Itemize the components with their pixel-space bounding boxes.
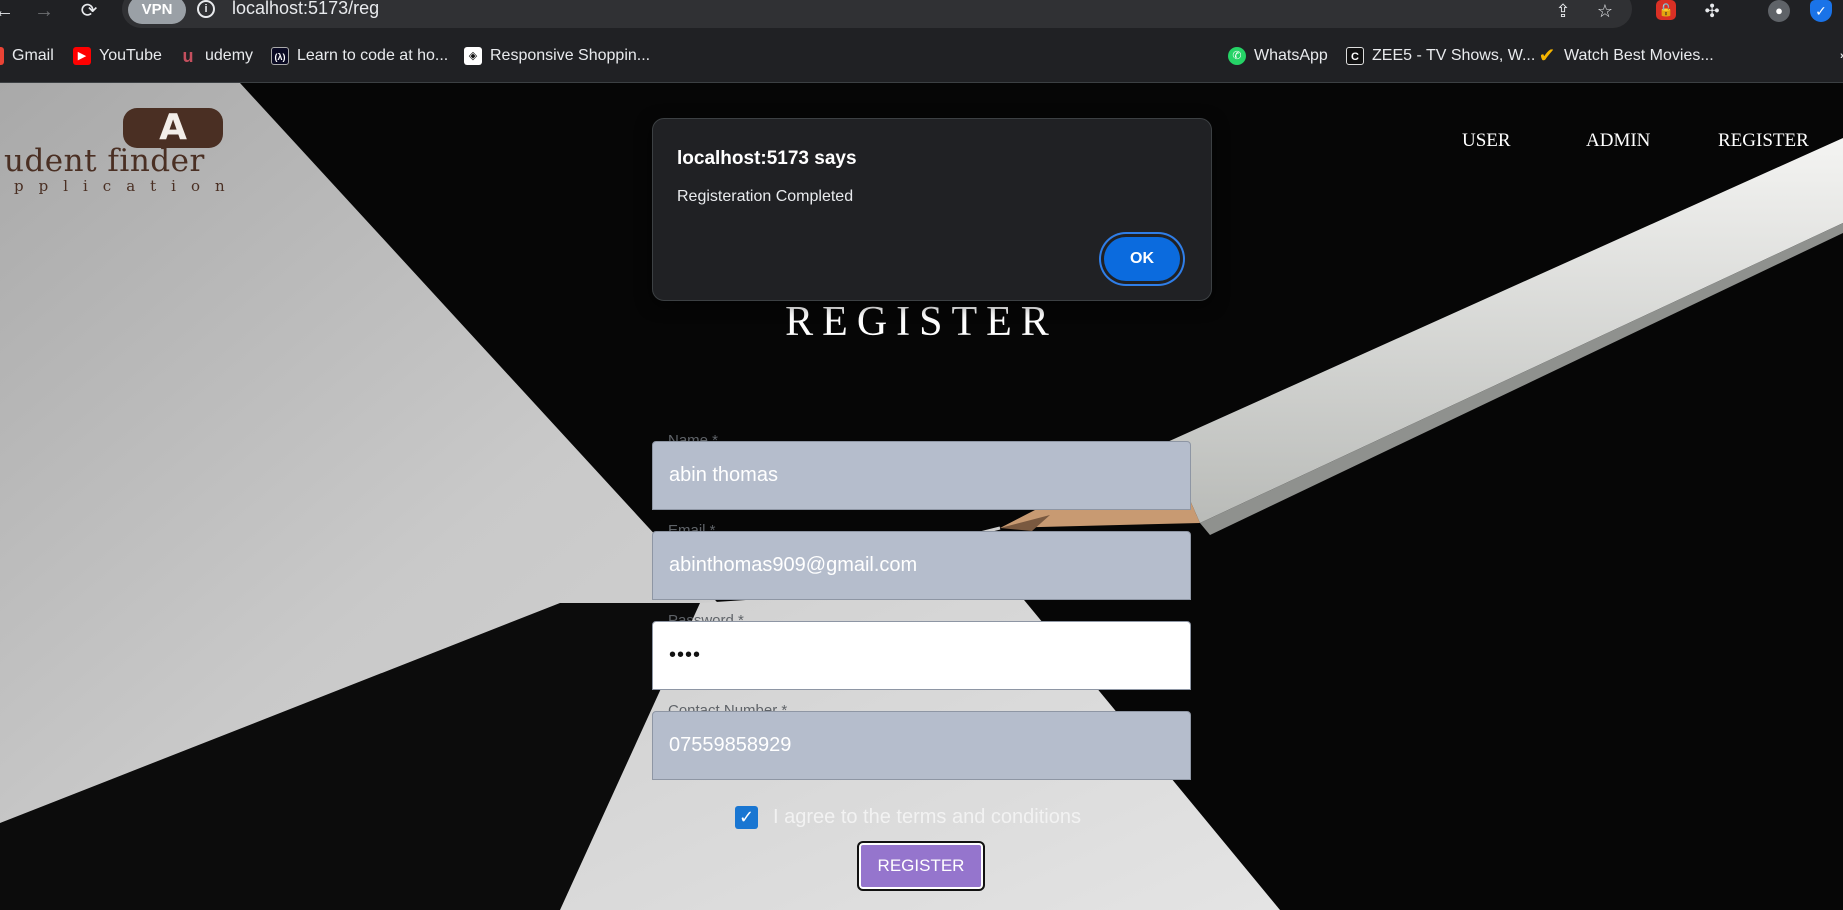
name-input[interactable]: abin thomas xyxy=(652,441,1191,510)
url-text[interactable]: localhost:5173/reg xyxy=(232,0,379,19)
bookmark-freecodecamp[interactable]: (λ) Learn to code at ho... xyxy=(271,44,448,68)
password-input[interactable]: •••• xyxy=(652,621,1191,690)
bookmark-label: WhatsApp xyxy=(1254,47,1328,64)
gmail-icon xyxy=(0,47,4,65)
logo-a-icon: A xyxy=(159,107,187,148)
logo-text: udent finder xyxy=(4,143,205,179)
bookmark-label: udemy xyxy=(205,47,254,64)
extension-lock-icon[interactable]: 🔓 xyxy=(1656,0,1676,20)
bookmark-whatsapp[interactable]: ✆ WhatsApp xyxy=(1228,44,1328,68)
logo-badge[interactable]: A xyxy=(123,108,223,148)
bookmark-zee5[interactable]: C ZEE5 - TV Shows, W... xyxy=(1346,44,1535,68)
bookmark-movies[interactable]: ✔ Watch Best Movies... xyxy=(1538,44,1714,68)
logo-subtext: pplication xyxy=(14,177,240,195)
terms-label: I agree to the terms and conditions xyxy=(773,806,1081,828)
bookmark-label: ZEE5 - TV Shows, W... xyxy=(1372,47,1536,64)
dialog-message: Registeration Completed xyxy=(677,188,854,205)
alert-dialog: localhost:5173 says Registeration Comple… xyxy=(652,118,1212,301)
dialog-title: localhost:5173 says xyxy=(677,148,857,169)
page-title: REGISTER xyxy=(785,299,1058,345)
bookmark-label: Watch Best Movies... xyxy=(1564,47,1714,64)
checkmark-icon: ✓ xyxy=(738,807,755,827)
email-input[interactable]: abinthomas909@gmail.com xyxy=(652,531,1191,600)
nav-register-link[interactable]: REGISTER xyxy=(1718,129,1809,153)
vpn-badge[interactable]: VPN xyxy=(128,0,186,24)
site-info-icon[interactable]: i xyxy=(197,0,215,18)
ok-button[interactable]: OK xyxy=(1104,237,1180,281)
back-arrow-icon[interactable]: ← xyxy=(0,0,18,24)
codepen-icon: ◈ xyxy=(464,47,482,65)
nav-admin-link[interactable]: ADMIN xyxy=(1586,129,1650,153)
youtube-icon: ▶ xyxy=(73,47,91,65)
bookmark-label: YouTube xyxy=(99,47,162,64)
bookmark-udemy[interactable]: u udemy xyxy=(179,44,254,68)
bookmark-codepen[interactable]: ◈ Responsive Shoppin... xyxy=(464,44,650,68)
bookmark-gmail[interactable]: Gmail xyxy=(0,44,54,68)
page-viewport: A udent finder pplication USER ADMIN REG… xyxy=(0,83,1843,910)
bookmark-label: Gmail xyxy=(12,47,54,64)
bookmarks-bar: Gmail ▶ YouTube u udemy (λ) Learn to cod… xyxy=(0,30,1843,83)
nav-user-link[interactable]: USER xyxy=(1462,129,1511,153)
terms-checkbox[interactable]: ✓ xyxy=(735,806,758,829)
contact-number-input[interactable]: 07559858929 xyxy=(652,711,1191,780)
shield-check-icon[interactable]: ✓ xyxy=(1810,0,1832,22)
reload-icon[interactable]: ⟳ xyxy=(75,0,103,24)
browser-toolbar: ← → ⟳ VPN i localhost:5173/reg ⇪ ☆ 🔓 ✣ ●… xyxy=(0,0,1843,30)
extensions-puzzle-icon[interactable]: ✣ xyxy=(1700,0,1724,22)
register-button[interactable]: REGISTER xyxy=(859,843,983,889)
bookmark-label: Responsive Shoppin... xyxy=(490,47,651,64)
udemy-icon: u xyxy=(182,46,194,66)
bookmark-star-icon[interactable]: ☆ xyxy=(1593,0,1617,22)
forward-arrow-icon[interactable]: → xyxy=(30,0,58,24)
bookmark-youtube[interactable]: ▶ YouTube xyxy=(73,44,162,68)
profile-avatar-icon[interactable]: ● xyxy=(1768,0,1790,22)
freecodecamp-icon: (λ) xyxy=(271,47,289,65)
bookmarks-overflow-icon[interactable]: » xyxy=(1834,44,1843,68)
bookmark-label: Learn to code at ho... xyxy=(297,47,449,64)
share-icon[interactable]: ⇪ xyxy=(1551,0,1575,22)
checkmark-icon: ✔ xyxy=(1538,45,1556,67)
zee5-icon: C xyxy=(1346,47,1364,65)
whatsapp-icon: ✆ xyxy=(1228,47,1246,65)
